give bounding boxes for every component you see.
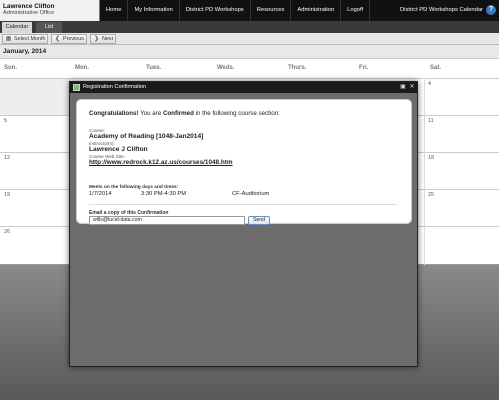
calendar-toolbar: ▦ Select Month ❮ Previous ❯ Next [0, 33, 499, 45]
next-label: Next [102, 36, 114, 42]
congrats-text-2: in the following course section: [193, 110, 280, 117]
view-tabs: Calendar List [0, 21, 499, 33]
app-name: District PD Workshops Calendar [399, 7, 483, 13]
close-icon[interactable]: ✕ [408, 82, 416, 93]
registration-confirmation-dialog: Registration Confirmation ▣ ✕ Congratula… [69, 81, 418, 367]
previous-label: Previous [63, 36, 84, 42]
month-label: January, 2014 [0, 45, 499, 59]
session-room: CF-Auditorium [232, 191, 270, 197]
day-number[interactable]: 11 [428, 118, 434, 124]
dow-wed: Weds. [217, 65, 235, 71]
main-nav: Home My Information District PD Workshop… [100, 0, 371, 21]
dow-mon: Mon. [75, 65, 89, 71]
next-button[interactable]: ❯ Next [90, 34, 116, 44]
session-time: 3:30 PM-4:30 PM [141, 191, 187, 197]
maximize-icon[interactable]: ▣ [399, 82, 407, 93]
day-number[interactable]: 18 [428, 155, 434, 161]
divider [89, 204, 397, 205]
email-field[interactable]: wills@lucid-data.com [89, 216, 245, 225]
confirmed-status: Confirmed [162, 110, 194, 117]
day-number[interactable]: 12 [4, 155, 10, 161]
select-month-label: Select Month [14, 36, 46, 42]
nav-administration[interactable]: Administration [291, 0, 342, 21]
select-month-button[interactable]: ▦ Select Month [2, 34, 48, 44]
chevron-left-icon: ❮ [54, 36, 61, 42]
dow-thu: Thurs. [288, 65, 307, 71]
nav-my-information[interactable]: My Information [128, 0, 180, 21]
course-website-link[interactable]: http://www.redrock.k12.az.us/courses/104… [89, 159, 233, 166]
dow-tue: Tues. [146, 65, 162, 71]
user-office: Administrative Office [3, 10, 55, 16]
tab-list[interactable]: List [36, 22, 62, 33]
chevron-right-icon: ❯ [93, 36, 100, 42]
dow-sat: Sat. [430, 65, 442, 71]
day-number[interactable]: 5 [4, 118, 7, 124]
congrats-text-1: You are [138, 110, 163, 117]
dow-fri: Fri. [359, 65, 369, 71]
day-number[interactable]: 26 [4, 229, 10, 235]
instructor-value: Lawrence J Clifton [89, 146, 148, 153]
dow-sun: Sun. [4, 65, 17, 71]
dialog-title-bar: Registration Confirmation ▣ ✕ [70, 82, 417, 93]
send-button[interactable]: Send [248, 216, 270, 225]
calendar-day-empty [0, 79, 69, 115]
calendar-icon: ▦ [5, 36, 12, 42]
day-number[interactable]: 19 [4, 192, 10, 198]
help-icon[interactable]: ? [486, 5, 496, 15]
user-info: Lawrence Clifton Administrative Office [0, 0, 100, 21]
day-number[interactable]: 4 [428, 81, 431, 87]
nav-resources[interactable]: Resources [251, 0, 292, 21]
top-bar: Lawrence Clifton Administrative Office H… [0, 0, 499, 21]
congrats-heading: Congratulations! [89, 110, 139, 117]
session-date: 1/7/2014 [89, 191, 112, 197]
user-name: Lawrence Clifton [3, 3, 55, 10]
tab-calendar[interactable]: Calendar [2, 22, 32, 33]
dialog-title: Registration Confirmation [83, 84, 147, 90]
previous-button[interactable]: ❮ Previous [51, 34, 87, 44]
grid-line [424, 78, 425, 265]
nav-logoff[interactable]: Logoff [341, 0, 371, 21]
day-number[interactable]: 25 [428, 192, 434, 198]
nav-home[interactable]: Home [100, 0, 129, 21]
course-value: Academy of Reading [1048-Jan2014] [89, 133, 204, 140]
confirmation-panel: Congratulations! You are Confirmed in th… [76, 99, 412, 225]
window-icon [73, 84, 80, 91]
meets-label: Meets on the following days and times: [89, 185, 179, 190]
congratulations-message: Congratulations! You are Confirmed in th… [89, 110, 280, 117]
nav-district-pd-workshops[interactable]: District PD Workshops [180, 0, 251, 21]
